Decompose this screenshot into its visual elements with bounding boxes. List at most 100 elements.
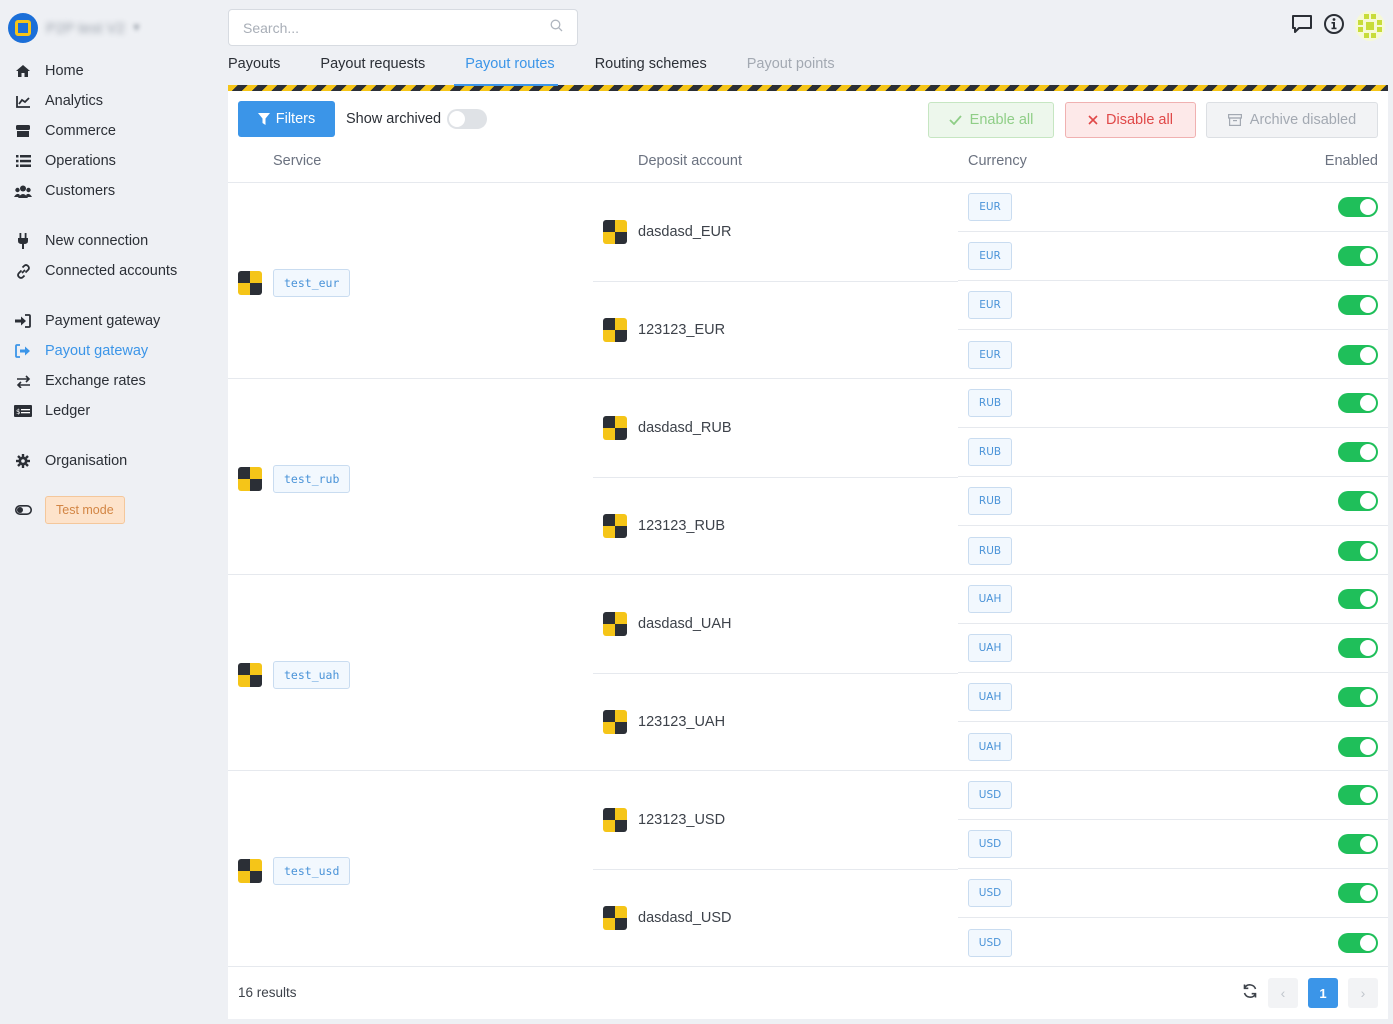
tab-payout-points: Payout points [746,56,835,72]
sidebar-item-ledger[interactable]: $ Ledger [14,399,90,423]
provider-logo [603,612,627,636]
search-icon[interactable] [550,19,563,37]
info-icon[interactable] [1323,13,1345,40]
test-mode-button[interactable]: Test mode [45,496,125,524]
currency-tag: USD [968,928,1012,957]
chat-icon[interactable] [1291,14,1313,39]
service-tag[interactable]: test_eur [273,269,351,297]
currency-tag: EUR [968,242,1012,270]
column-header-enabled[interactable]: Enabled [1325,153,1378,169]
search-input[interactable] [243,19,550,36]
sidebar-item-label: Ledger [45,403,91,419]
enabled-toggle[interactable] [1338,295,1378,315]
service-tag[interactable]: test_usd [273,857,351,885]
next-page-button[interactable]: › [1348,978,1378,1008]
service-tag[interactable]: test_rub [273,465,351,493]
table-row: RUB [958,526,1388,575]
toggle-icon[interactable] [14,501,32,519]
enabled-toggle[interactable] [1338,491,1378,511]
page-button[interactable]: 1 [1308,978,1338,1008]
deposit-account-cell: dasdasd_RUB [593,379,958,477]
enabled-toggle[interactable] [1338,638,1378,658]
service-tag[interactable]: test_uah [273,661,351,689]
avatar[interactable] [1355,11,1385,41]
enabled-toggle[interactable] [1338,246,1378,266]
sidebar-item-analytics[interactable]: Analytics [14,89,103,113]
provider-logo [238,271,262,295]
deposit-account-cell: dasdasd_EUR [593,183,958,281]
enabled-toggle[interactable] [1338,442,1378,462]
currency-tag: UAH [968,634,1012,662]
enabled-toggle[interactable] [1338,785,1378,805]
enabled-toggle[interactable] [1338,344,1378,365]
deposit-account-name: 123123_EUR [638,322,726,338]
enabled-toggle[interactable] [1338,834,1378,854]
sidebar-item-home[interactable]: Home [14,59,84,83]
filters-button[interactable]: Filters [238,101,335,137]
tab-payout-routes[interactable]: Payout routes [465,56,554,80]
show-archived-toggle[interactable] [447,109,488,129]
currency-tag: EUR [968,291,1012,319]
tabs: Payouts Payout requests Payout routes Ro… [228,56,875,86]
deposit-account-name: 123123_USD [638,812,726,828]
enabled-toggle[interactable] [1338,687,1378,707]
table-row: USD [958,869,1388,918]
sign-in-icon [14,312,32,330]
table-row: RUB [958,477,1388,526]
enabled-toggle[interactable] [1338,736,1378,757]
provider-logo [603,514,627,538]
org-switcher[interactable]: P2P test V2 ▼ [8,12,142,44]
tab-routing-schemes[interactable]: Routing schemes [595,56,707,80]
enabled-toggle[interactable] [1338,883,1378,903]
sidebar-item-new-connection[interactable]: New connection [14,229,148,253]
deposit-account-cell: dasdasd_USD [593,869,958,967]
prev-page-button[interactable]: ‹ [1268,978,1298,1008]
route-group: test_eur dasdasd_EUR EUR EUR 123123_EUR EUR EU… [228,183,1388,379]
sidebar-item-operations[interactable]: Operations [14,149,116,173]
sign-out-icon [14,342,32,360]
currency-tag: EUR [968,193,1012,221]
enable-all-button[interactable]: Enable all [928,102,1054,138]
currency-tag: EUR [968,340,1012,369]
analytics-icon [14,92,32,110]
archive-icon [1227,114,1242,126]
tab-payouts[interactable]: Payouts [228,56,280,80]
enabled-toggle[interactable] [1338,589,1378,609]
table-row: USD [958,918,1388,967]
column-header-service[interactable]: Service [273,153,321,169]
sidebar-item-payout-gateway[interactable]: Payout gateway [14,339,148,363]
sidebar-item-label: Home [45,63,84,79]
account-divider [593,477,958,478]
toolbar: Filters Show archived Enable all Disable… [238,101,1378,138]
enabled-toggle[interactable] [1338,197,1378,217]
archive-disabled-label: Archive disabled [1249,112,1357,128]
enabled-toggle[interactable] [1338,932,1378,953]
sidebar-item-organisation[interactable]: Organisation [14,449,127,473]
refresh-icon[interactable] [1242,983,1258,1004]
enabled-toggle[interactable] [1338,393,1378,413]
sidebar-item-connected-accounts[interactable]: Connected accounts [14,259,177,283]
table-row: UAH [958,722,1388,771]
sidebar-item-exchange-rates[interactable]: Exchange rates [14,369,146,393]
sidebar-item-payment-gateway[interactable]: Payment gateway [14,309,160,333]
column-header-currency[interactable]: Currency [968,153,1027,169]
disable-all-button[interactable]: Disable all [1065,102,1196,138]
table-row: USD [958,771,1388,820]
currency-tag: RUB [968,487,1012,515]
table-row: EUR [958,232,1388,281]
sidebar-item-commerce[interactable]: Commerce [14,119,116,143]
search-box[interactable] [228,9,578,46]
deposit-account-name: dasdasd_UAH [638,616,732,632]
tab-payout-requests[interactable]: Payout requests [320,56,425,80]
sidebar-item-customers[interactable]: Customers [14,179,115,203]
chevron-down-icon: ▼ [130,22,142,34]
list-icon [14,152,32,170]
enabled-toggle[interactable] [1338,540,1378,561]
pagination: ‹ 1 › [1242,978,1378,1008]
provider-logo [603,220,627,244]
account-divider [593,673,958,674]
column-header-deposit-account[interactable]: Deposit account [638,153,742,169]
table-row: USD [958,820,1388,869]
sidebar-item-label: Exchange rates [45,373,146,389]
users-icon [14,182,32,200]
